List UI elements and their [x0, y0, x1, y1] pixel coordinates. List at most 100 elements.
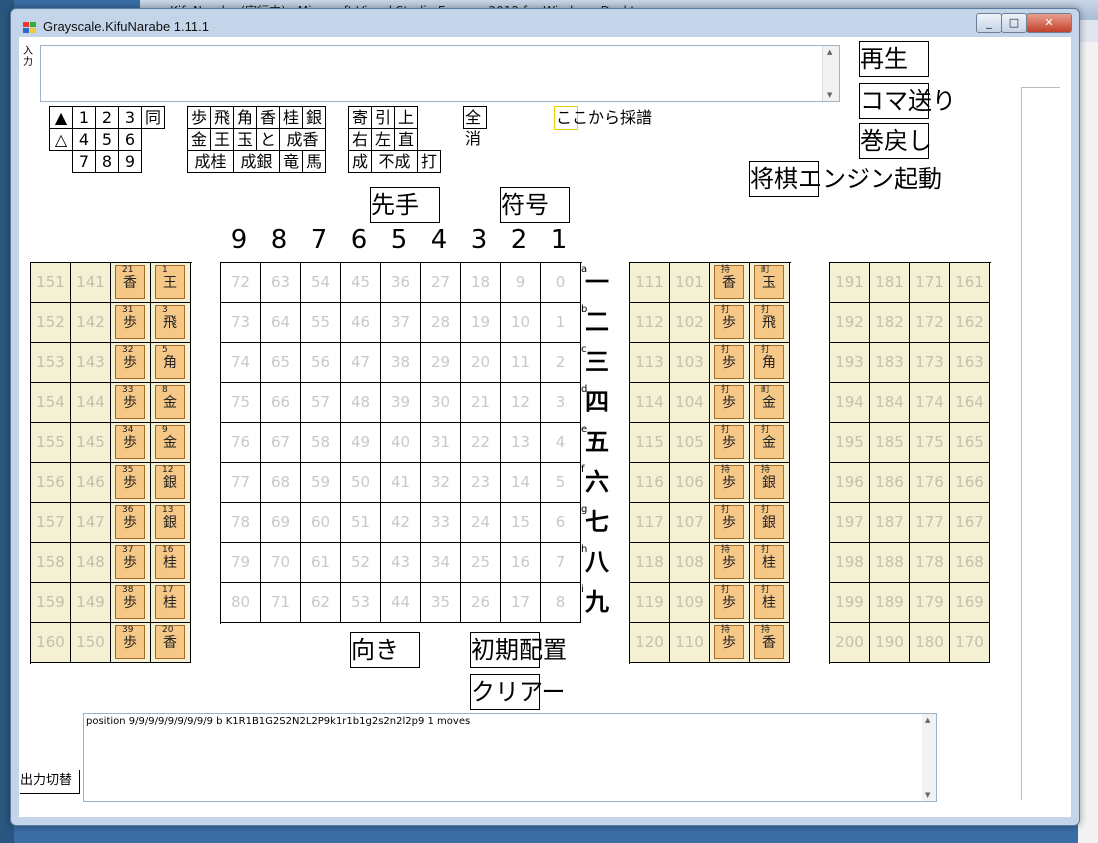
stand-slot[interactable]: 143 — [71, 343, 111, 383]
board-square[interactable]: 19 — [461, 303, 501, 343]
stand-slot[interactable]: 177 — [910, 503, 950, 543]
stand-slot[interactable]: 194 — [830, 383, 870, 423]
board-square[interactable]: 21 — [461, 383, 501, 423]
board-square[interactable]: 80 — [221, 583, 261, 623]
stand-slot[interactable]: 115 — [630, 423, 670, 463]
stand-slot[interactable]: 112 — [630, 303, 670, 343]
stand-slot[interactable]: 183 — [870, 343, 910, 383]
stand-slot[interactable]: 歩打 — [710, 383, 750, 423]
board-square[interactable]: 28 — [421, 303, 461, 343]
piece-fu-button[interactable]: 歩 — [187, 106, 211, 129]
shogi-piece[interactable]: 歩 37 — [115, 545, 145, 579]
stand-slot[interactable]: 109 — [670, 583, 710, 623]
board-square[interactable]: 38 — [381, 343, 421, 383]
mod-yoru-button[interactable]: 寄 — [348, 106, 372, 129]
board-square[interactable]: 6 — [541, 503, 581, 543]
board-square[interactable]: 7 — [541, 543, 581, 583]
shogi-piece[interactable]: 歩持 — [714, 465, 744, 499]
stand-slot[interactable]: 107 — [670, 503, 710, 543]
board-square[interactable]: 53 — [341, 583, 381, 623]
shogi-piece[interactable]: 歩打 — [714, 425, 744, 459]
board-square[interactable]: 45 — [341, 263, 381, 303]
stand-slot[interactable]: 116 — [630, 463, 670, 503]
board-square[interactable]: 30 — [421, 383, 461, 423]
scroll-down-icon[interactable]: ▼ — [827, 91, 832, 99]
board-square[interactable]: 59 — [301, 463, 341, 503]
stand-slot[interactable]: 118 — [630, 543, 670, 583]
record-from-here-button[interactable]: ここから採譜 — [556, 107, 652, 128]
stand-slot[interactable]: 185 — [870, 423, 910, 463]
gote-mark-button[interactable]: △ — [49, 128, 73, 151]
board-square[interactable]: 48 — [341, 383, 381, 423]
stand-slot[interactable]: 105 — [670, 423, 710, 463]
piece-narikei-button[interactable]: 成桂 — [187, 150, 234, 173]
stand-slot[interactable]: 172 — [910, 303, 950, 343]
stand-slot[interactable]: 銀持 — [750, 463, 790, 503]
board-square[interactable]: 62 — [301, 583, 341, 623]
board-square[interactable]: 42 — [381, 503, 421, 543]
shogi-piece[interactable]: 銀打 — [754, 505, 784, 539]
stand-slot[interactable]: 149 — [71, 583, 111, 623]
stand-slot[interactable]: 145 — [71, 423, 111, 463]
piece-kyo-button[interactable]: 香 — [256, 106, 280, 129]
board-square[interactable]: 2 — [541, 343, 581, 383]
stand-slot[interactable]: 103 — [670, 343, 710, 383]
stand-slot[interactable]: 飛3 — [151, 303, 191, 343]
stand-slot[interactable]: 銀 12 — [151, 463, 191, 503]
output-toggle-button[interactable]: 出力切替 — [20, 770, 80, 794]
stand-slot[interactable]: 154 — [31, 383, 71, 423]
shogi-piece[interactable]: 歩 31 — [115, 305, 145, 339]
stand-slot[interactable]: 142 — [71, 303, 111, 343]
stand-slot[interactable]: 歩 37 — [111, 543, 151, 583]
stand-slot[interactable]: 金9 — [151, 423, 191, 463]
shogi-piece[interactable]: 金町 — [754, 385, 784, 419]
maximize-button[interactable]: □ — [1001, 13, 1027, 33]
shogi-piece[interactable]: 銀 12 — [155, 465, 185, 499]
board-square[interactable]: 77 — [221, 463, 261, 503]
num-3-button[interactable]: 3 — [118, 106, 142, 129]
board-square[interactable]: 34 — [421, 543, 461, 583]
board-square[interactable]: 0 — [541, 263, 581, 303]
stand-slot[interactable]: 168 — [950, 543, 990, 583]
board-square[interactable]: 15 — [501, 503, 541, 543]
shogi-piece[interactable]: 金9 — [155, 425, 185, 459]
stand-slot[interactable]: 196 — [830, 463, 870, 503]
shogi-piece[interactable]: 歩 33 — [115, 385, 145, 419]
shogi-piece[interactable]: 香 20 — [155, 625, 185, 659]
rewind-button[interactable]: 巻戻し — [859, 123, 932, 159]
stand-slot[interactable]: 163 — [950, 343, 990, 383]
stand-slot[interactable]: 歩 34 — [111, 423, 151, 463]
mod-naru-button[interactable]: 成 — [348, 150, 372, 173]
piece-kei-button[interactable]: 桂 — [279, 106, 303, 129]
shogi-piece[interactable]: 歩 32 — [115, 345, 145, 379]
stand-slot[interactable]: 歩打 — [710, 343, 750, 383]
shogi-piece[interactable]: 角打 — [754, 345, 784, 379]
stand-slot[interactable]: 148 — [71, 543, 111, 583]
stand-slot[interactable]: 157 — [31, 503, 71, 543]
stand-slot[interactable]: 161 — [950, 263, 990, 303]
shogi-piece[interactable]: 歩打 — [714, 345, 744, 379]
shogi-piece[interactable]: 桂打 — [754, 585, 784, 619]
mod-funari-button[interactable]: 不成 — [371, 150, 418, 173]
board-square[interactable]: 61 — [301, 543, 341, 583]
stand-slot[interactable]: 141 — [71, 263, 111, 303]
clear-all-button[interactable]: 全消 — [463, 106, 487, 148]
board-square[interactable]: 14 — [501, 463, 541, 503]
shogi-piece[interactable]: 歩持 — [714, 545, 744, 579]
board-square[interactable]: 69 — [261, 503, 301, 543]
left-piece-stand[interactable]: 151 152 153 154 155 156 157 158 159 160 141 142 143 1… — [30, 262, 192, 664]
stand-slot[interactable]: 歩持 — [710, 463, 750, 503]
stand-slot[interactable]: 王1 — [151, 263, 191, 303]
shogi-piece[interactable]: 香持 — [754, 625, 784, 659]
stand-slot[interactable]: 144 — [71, 383, 111, 423]
board-square[interactable]: 35 — [421, 583, 461, 623]
stand-slot[interactable]: 199 — [830, 583, 870, 623]
shogi-piece[interactable]: 金打 — [754, 425, 784, 459]
stand-slot[interactable]: 角打 — [750, 343, 790, 383]
shogi-piece[interactable]: 歩 38 — [115, 585, 145, 619]
board-square[interactable]: 40 — [381, 423, 421, 463]
stand-slot[interactable]: 106 — [670, 463, 710, 503]
stand-slot[interactable]: 191 — [830, 263, 870, 303]
board-square[interactable]: 71 — [261, 583, 301, 623]
board-square[interactable]: 60 — [301, 503, 341, 543]
